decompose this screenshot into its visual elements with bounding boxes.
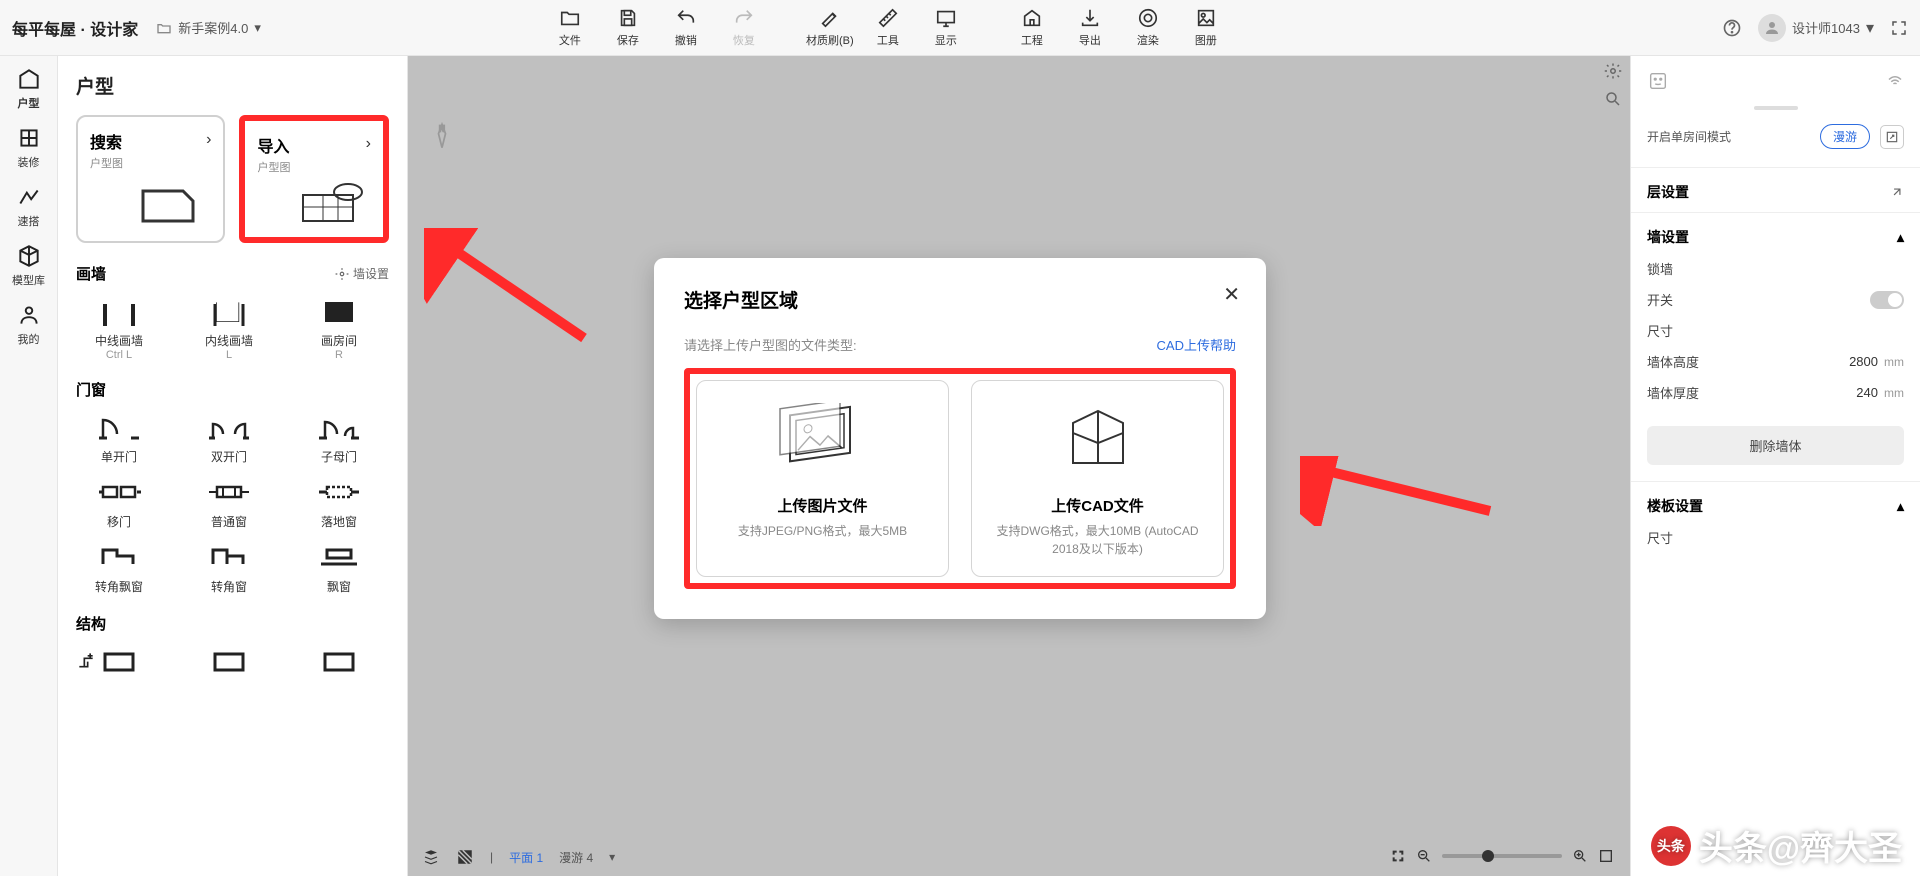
option-illustration bbox=[1053, 403, 1143, 479]
cad-help-link[interactable]: CAD上传帮助 bbox=[1157, 335, 1236, 354]
option-illustration bbox=[778, 403, 868, 479]
option-title: 上传图片文件 bbox=[711, 495, 934, 516]
close-icon[interactable]: ✕ bbox=[1223, 282, 1240, 307]
select-plan-modal: 选择户型区域 ✕ 请选择上传户型图的文件类型: CAD上传帮助 上传图片文件支持… bbox=[654, 258, 1266, 619]
modal-overlay: 选择户型区域 ✕ 请选择上传户型图的文件类型: CAD上传帮助 上传图片文件支持… bbox=[0, 0, 1920, 876]
watermark-text: 头条@齊大圣 bbox=[1699, 821, 1902, 870]
option-title: 上传CAD文件 bbox=[986, 495, 1209, 516]
modal-title: 选择户型区域 bbox=[684, 286, 1236, 313]
option-sub: 支持DWG格式，最大10MB (AutoCAD 2018及以下版本) bbox=[986, 522, 1209, 558]
modal-subtitle: 请选择上传户型图的文件类型: bbox=[684, 335, 857, 354]
watermark-logo: 头条 bbox=[1651, 826, 1691, 866]
upload-option-1[interactable]: 上传CAD文件支持DWG格式，最大10MB (AutoCAD 2018及以下版本… bbox=[971, 380, 1224, 577]
option-sub: 支持JPEG/PNG格式，最大5MB bbox=[711, 522, 934, 540]
watermark: 头条 头条@齊大圣 bbox=[1651, 821, 1902, 870]
upload-option-0[interactable]: 上传图片文件支持JPEG/PNG格式，最大5MB bbox=[696, 380, 949, 577]
